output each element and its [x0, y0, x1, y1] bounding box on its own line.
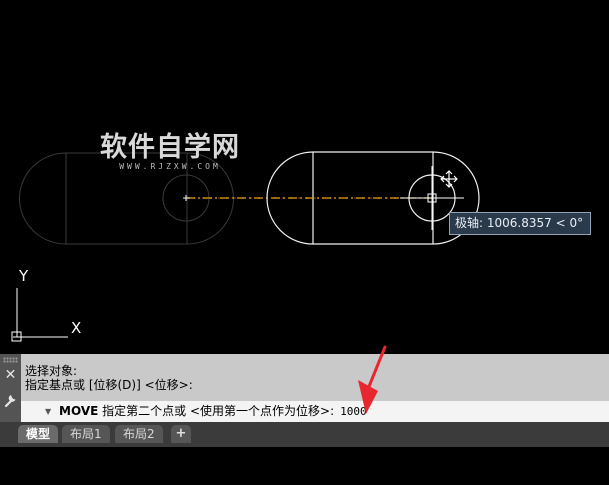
- move-grip-icon: [440, 170, 458, 188]
- command-history: 选择对象: 指定基点或 [位移(D)] <位移>:: [25, 364, 193, 392]
- tab-layout1[interactable]: 布局1: [62, 425, 110, 443]
- watermark-subtitle: WWW.RJZXW.COM: [119, 162, 221, 171]
- tab-model[interactable]: 模型: [18, 425, 59, 443]
- drawing-canvas[interactable]: Y X: [0, 0, 609, 354]
- close-icon[interactable]: ✕: [3, 368, 18, 383]
- command-line-panel: ✕ 选择对象: 指定基点或 [位移(D)] <位移>: ▼ MOVE 指定第二个…: [0, 354, 609, 422]
- chevron-down-icon[interactable]: ▼: [45, 401, 51, 422]
- command-panel-grip[interactable]: ✕: [0, 354, 21, 422]
- drawing-area[interactable]: Y X 软件自学网 WWW.RJZXW.COM 极轴: 1006.8357 < …: [0, 0, 609, 354]
- base-point-marker: [183, 195, 190, 201]
- command-history-line: 选择对象:: [25, 364, 78, 378]
- polar-tooltip: 极轴: 1006.8357 < 0°: [449, 212, 592, 235]
- command-prompt: MOVE 指定第二个点或 <使用第一个点作为位移>: 1000: [59, 401, 367, 422]
- ucs-y-label: Y: [18, 267, 29, 285]
- watermark: 软件自学网 WWW.RJZXW.COM: [100, 132, 240, 171]
- command-prompt-text: 指定第二个点或 <使用第一个点作为位移>:: [102, 404, 335, 418]
- watermark-title: 软件自学网: [100, 132, 240, 163]
- polar-tooltip-label: 极轴:: [455, 216, 484, 230]
- command-input[interactable]: ▼ MOVE 指定第二个点或 <使用第一个点作为位移>: 1000: [21, 401, 609, 422]
- command-history-line: 指定基点或 [位移(D)] <位移>:: [25, 378, 193, 392]
- ucs-x-label: X: [71, 319, 81, 337]
- tab-layout2[interactable]: 布局2: [115, 425, 163, 443]
- layout-tab-bar: 模型 布局1 布局2 +: [0, 422, 609, 447]
- add-layout-tab-button[interactable]: +: [171, 425, 191, 443]
- drag-handle-icon[interactable]: [3, 357, 18, 363]
- ucs-icon: [11, 288, 68, 342]
- wrench-icon[interactable]: [3, 392, 18, 408]
- command-input-value[interactable]: 1000: [340, 405, 367, 418]
- polar-tooltip-value: 1006.8357 < 0°: [486, 216, 584, 230]
- command-name: MOVE: [59, 404, 99, 418]
